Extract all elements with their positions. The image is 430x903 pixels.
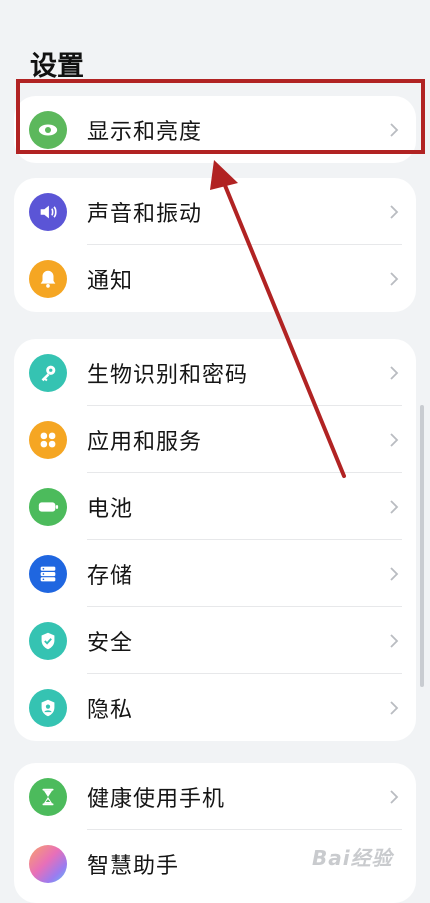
watermark-logo: Bai经验	[312, 842, 393, 871]
annotation-arrow-icon	[210, 160, 346, 478]
watermark-text: Bai经验	[312, 846, 393, 870]
